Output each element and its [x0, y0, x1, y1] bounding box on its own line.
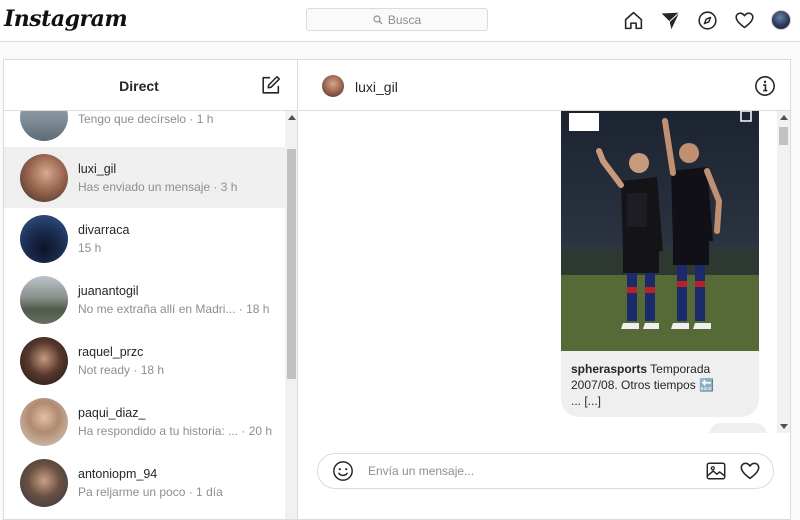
avatar: [20, 458, 68, 507]
sidebar-header: Direct: [4, 60, 297, 111]
avatar: [20, 214, 68, 263]
thread-scrollbar[interactable]: [777, 111, 790, 433]
new-message-icon[interactable]: [260, 74, 282, 96]
post-more[interactable]: ... [...]: [571, 393, 753, 409]
conversation-preview: No me extraña allí en Madri... · 18 h: [78, 301, 270, 316]
chat-header: luxi_gil: [299, 60, 790, 111]
conversation-item[interactable]: divarraca 15 h: [4, 208, 285, 269]
conversation-item[interactable]: luxi_gil Has enviado un mensaje · 3 h: [4, 147, 285, 208]
image-upload-icon[interactable]: [705, 460, 727, 482]
conversation-item[interactable]: paqui_diaz_ Ha respondido a tu historia:…: [4, 391, 285, 452]
direct-send-icon[interactable]: [659, 9, 681, 31]
instagram-logo[interactable]: Instagram: [4, 6, 128, 32]
direct-panel: Direct Tengo que decírselo · 1 h luxi_gi…: [3, 59, 791, 520]
conversation-sidebar: Direct Tengo que decírselo · 1 h luxi_gi…: [4, 60, 298, 519]
post-account[interactable]: spherasports: [571, 362, 647, 376]
search-placeholder: Busca: [387, 12, 422, 27]
conversation-list: Tengo que decírselo · 1 h luxi_gil Has e…: [4, 111, 285, 519]
conversation-preview: Tengo que decírselo · 1 h: [78, 111, 214, 126]
conversation-name: luxi_gil: [78, 161, 117, 176]
conversation-item[interactable]: juanantogil No me extraña allí en Madri.…: [4, 269, 285, 330]
avatar: [20, 336, 68, 385]
shared-post-message[interactable]: spherasports Temporada 2007/08. Otros ti…: [561, 111, 759, 417]
search-icon: [373, 14, 383, 24]
chat-username[interactable]: luxi_gil: [355, 79, 398, 95]
avatar: [20, 153, 68, 202]
emoji-icon[interactable]: [332, 460, 354, 482]
scroll-up-arrow[interactable]: [780, 115, 788, 120]
conversation-name: divarraca: [78, 222, 130, 237]
conversation-name: paqui_diaz_: [78, 405, 146, 420]
conversation-preview: Not ready · 18 h: [78, 362, 165, 377]
chat-area: luxi_gil spherasports Temporada 2007/08.…: [299, 60, 790, 519]
message-input[interactable]: Envía un mensaje...: [368, 464, 705, 478]
conversation-name: antoniopm_94: [78, 466, 158, 481]
scroll-down-arrow[interactable]: [780, 424, 788, 429]
scroll-thumb[interactable]: [779, 127, 788, 145]
message-bubble: [709, 423, 767, 433]
profile-avatar[interactable]: [770, 9, 792, 31]
heart-icon[interactable]: [733, 9, 755, 31]
post-image[interactable]: [561, 111, 759, 351]
conversation-preview: 15 h: [78, 240, 102, 255]
conversation-item[interactable]: Tengo que decírselo · 1 h: [4, 111, 285, 147]
avatar: [20, 397, 68, 446]
scroll-up-arrow[interactable]: [288, 115, 296, 120]
like-heart-icon[interactable]: [739, 460, 761, 482]
conversation-item[interactable]: antoniopm_94 Pa reljarme un poco · 1 día: [4, 452, 285, 513]
conversation-preview: Ha respondido a tu historia: ... · 20 h: [78, 423, 273, 438]
home-icon[interactable]: [622, 9, 644, 31]
message-composer[interactable]: Envía un mensaje...: [317, 453, 774, 489]
conversation-item[interactable]: raquel_przc Not ready · 18 h: [4, 330, 285, 391]
conversation-preview: Has enviado un mensaje · 3 h: [78, 179, 238, 194]
post-caption: spherasports Temporada 2007/08. Otros ti…: [571, 361, 753, 409]
conversation-name: raquel_przc: [78, 344, 144, 359]
explore-compass-icon[interactable]: [696, 9, 718, 31]
search-box[interactable]: Busca: [306, 8, 488, 31]
sidebar-scrollbar[interactable]: [285, 111, 297, 519]
message-thread: spherasports Temporada 2007/08. Otros ti…: [299, 111, 790, 433]
conversation-name: juanantogil: [78, 283, 139, 298]
avatar: [20, 275, 68, 324]
avatar: [20, 111, 68, 141]
chat-avatar[interactable]: [322, 75, 344, 97]
scroll-thumb[interactable]: [287, 149, 296, 379]
conversation-preview: Pa reljarme un poco · 1 día: [78, 484, 223, 499]
top-navigation: Instagram Busca: [0, 0, 800, 42]
sidebar-title: Direct: [119, 78, 159, 94]
info-icon[interactable]: [754, 75, 776, 97]
